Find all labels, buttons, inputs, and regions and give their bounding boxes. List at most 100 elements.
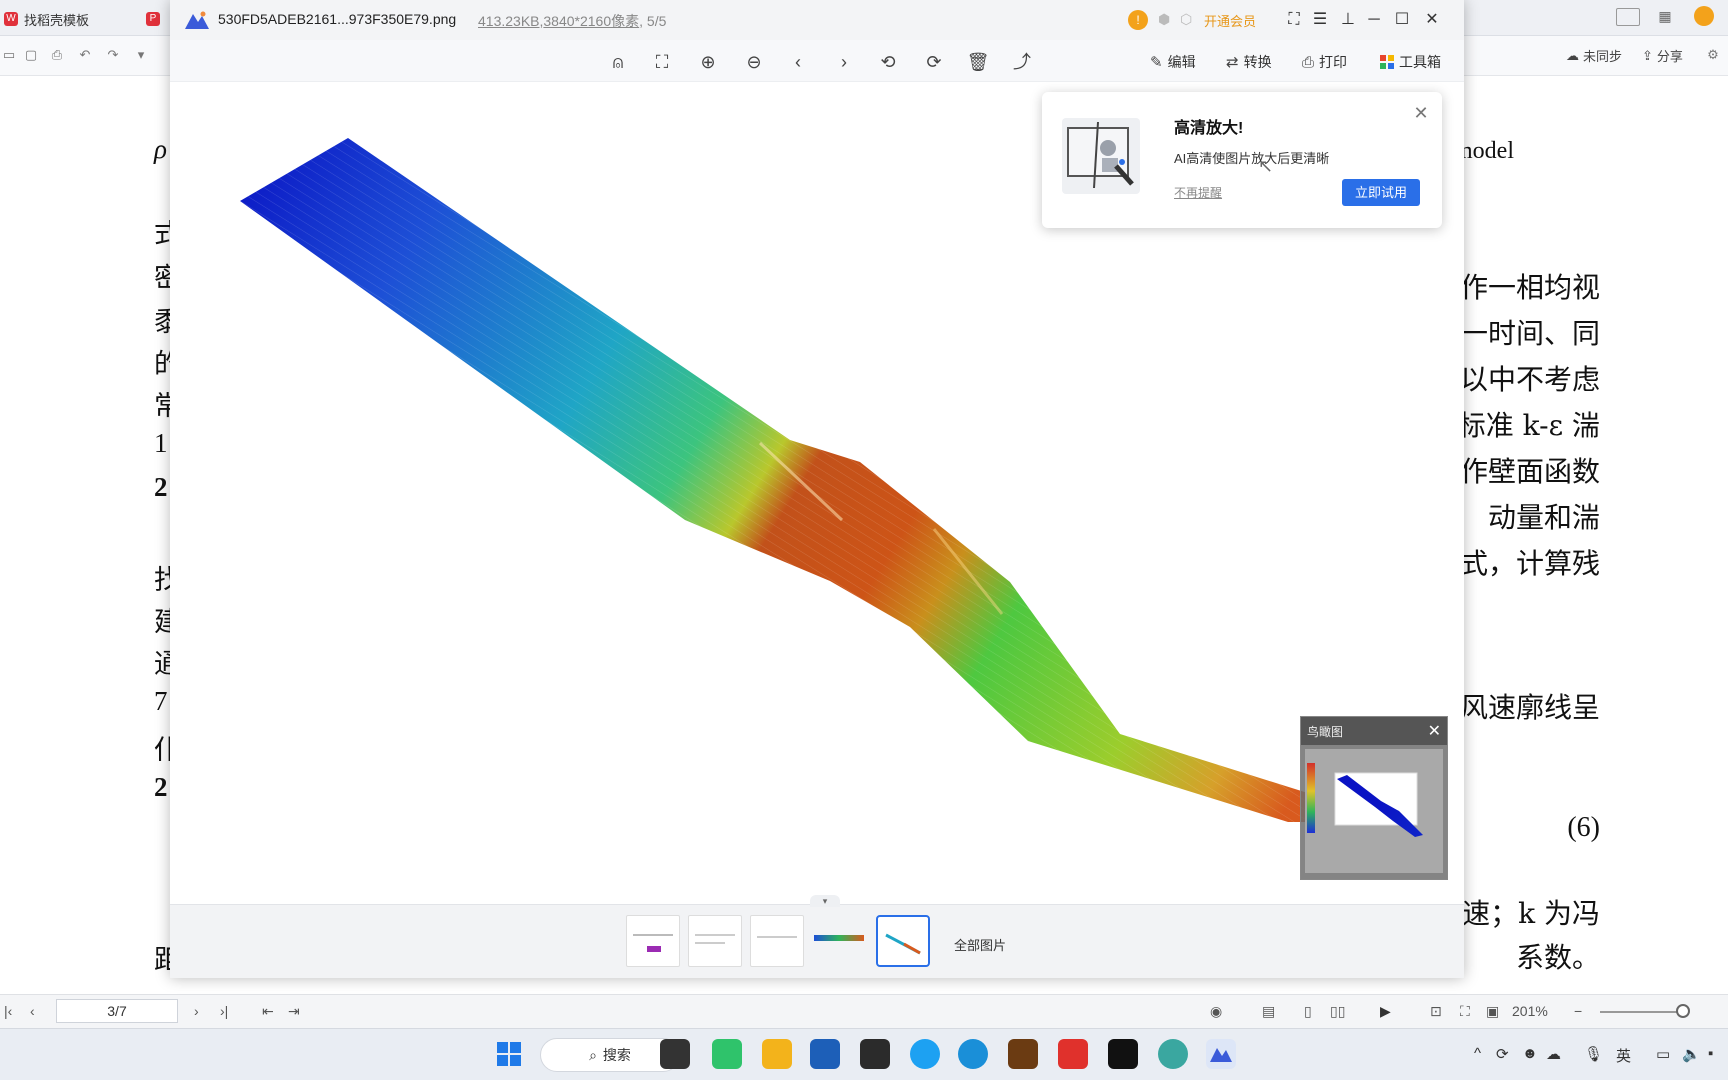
save-icon[interactable]: ▢ [22,46,40,64]
first-page-icon[interactable]: |‹ [4,1003,12,1019]
fit-page-icon[interactable]: ⛶ [1460,1003,1470,1020]
vip-badge-icon[interactable]: ! [1128,10,1148,30]
taskbar: ⌕ 搜索 ^ ⟳ ☻ ☁ 🎙 英 ▭ 🔈 ▪ [0,1028,1728,1080]
tray-qq-icon[interactable]: ☻ [1522,1045,1538,1062]
rotate-left-icon[interactable]: ⟲ [876,50,900,74]
thumbnail-1[interactable] [626,915,680,967]
thumbnail-5-active[interactable] [876,915,930,967]
prev-page-icon[interactable]: ‹ [30,1003,35,1019]
menu-icon[interactable]: ☰ [1308,8,1332,32]
fit-screen-icon[interactable]: ⛶ [650,50,674,74]
file-explorer-icon[interactable] [762,1039,792,1069]
more-icon[interactable]: ▾ [132,46,150,64]
page-number-input[interactable]: 3/7 [56,999,178,1023]
coin-icon[interactable]: ⬡ [1180,11,1192,28]
play-icon[interactable]: ▶ [1380,1003,1391,1020]
mouse-mode-icon[interactable]: ⍝ [606,50,630,74]
maximize-button[interactable]: ☐ [1390,8,1414,32]
popup-close-icon[interactable]: ✕ [1412,104,1430,122]
image-resolution[interactable]: 3840*2160像素 [543,13,639,29]
chat-app-icon[interactable] [712,1039,742,1069]
vip-upgrade-button[interactable]: 开通会员 [1204,11,1256,30]
edge-icon[interactable] [958,1039,988,1069]
pin-icon[interactable]: ⊥ [1336,8,1360,32]
tray-sync-icon[interactable]: ⟳ [1496,1045,1509,1063]
gift-icon[interactable]: ⬢ [1158,11,1170,28]
grid-icon[interactable]: ▦ [1656,8,1674,26]
file-size[interactable]: 413.23KB [478,13,540,29]
zoom-slider-handle[interactable] [1676,1004,1690,1018]
image-canvas[interactable]: 高清放大! AI高清使图片放大后更清晰 不再提醒 立即试用 ✕ ↖ 鸟瞰图 ✕ [170,82,1464,904]
app-f-icon[interactable] [1108,1039,1138,1069]
print-icon[interactable]: ⎙ [48,46,66,64]
tab-template[interactable]: W 找稻壳模板 [4,6,89,32]
user-avatar[interactable] [1694,6,1714,26]
toolbox-button[interactable]: 工具箱 [1380,52,1441,72]
zoom-level[interactable]: 201% [1512,1003,1548,1019]
thumbnail-2[interactable] [688,915,742,967]
dont-remind-link[interactable]: 不再提醒 [1174,184,1222,201]
task-view-icon[interactable] [660,1039,690,1069]
fullscreen-icon[interactable]: ⛶ [1282,8,1306,32]
app-icon[interactable] [860,1039,890,1069]
zoom-out-icon[interactable]: − [1574,1003,1582,1019]
wps-office-icon[interactable] [1058,1039,1088,1069]
zoom-out-icon[interactable]: ⊖ [742,50,766,74]
page-view-icon[interactable]: ▯ [1304,1003,1312,1020]
document-statusbar: |‹ ‹ 3/7 › ›| ⇤ ⇥ ◉ ▤ ▯ ▯▯ ▶ ⊡ ⛶ ▣ 201% … [0,994,1728,1028]
windows-start-icon[interactable] [494,1039,524,1069]
collapse-strip-icon[interactable]: ▾ [810,895,840,907]
close-button[interactable]: ✕ [1420,8,1444,32]
sync-button[interactable]: ☁ 未同步 [1566,46,1622,65]
settings-icon[interactable]: ⚙ [1704,46,1722,64]
zoom-slider[interactable] [1600,1011,1680,1013]
previous-image-icon[interactable]: ‹ [786,50,810,74]
convert-button[interactable]: ⇄ 转换 [1226,52,1272,72]
tray-mic-icon[interactable]: 🎙 [1584,1045,1603,1063]
last-page-icon[interactable]: ›| [220,1003,228,1019]
zoom-mode-icon[interactable]: ▣ [1486,1003,1499,1020]
thumbnail-4[interactable] [812,915,866,967]
volume-icon[interactable]: 🔈 [1682,1045,1701,1063]
forward-icon[interactable]: ⇥ [288,1003,300,1020]
delete-icon[interactable]: 🗑 [966,50,990,74]
tray-display-icon[interactable]: ▭ [1656,1045,1670,1063]
layout-icon[interactable] [1616,8,1640,26]
share-button[interactable]: ⇪ 分享 [1642,46,1683,65]
birdseye-navigator[interactable]: 鸟瞰图 ✕ [1300,716,1448,880]
single-page-icon[interactable]: ▤ [1262,1003,1275,1020]
fit-width-icon[interactable]: ⊡ [1430,1003,1442,1020]
birdseye-close-icon[interactable]: ✕ [1428,721,1441,741]
zoom-in-icon[interactable]: ⊕ [696,50,720,74]
tab-document[interactable]: P [146,6,160,32]
tray-chevron-icon[interactable]: ^ [1474,1045,1481,1062]
viewer-titlebar[interactable]: 530FD5ADEB2161...973F350E79.png 413.23KB… [170,0,1464,40]
taskbar-search[interactable]: ⌕ 搜索 [540,1038,680,1072]
next-image-icon[interactable]: › [832,50,856,74]
next-page-icon[interactable]: › [194,1003,199,1019]
tray-cloud-icon[interactable]: ☁ [1546,1045,1561,1063]
network-icon[interactable]: ▪ [1708,1045,1713,1062]
undo-icon[interactable]: ↶ [76,46,94,64]
all-images-link[interactable]: 全部图片 [954,935,1006,954]
two-page-icon[interactable]: ▯▯ [1330,1003,1345,1020]
thumbnail-3[interactable] [750,915,804,967]
rotate-right-icon[interactable]: ⟳ [922,50,946,74]
print-button[interactable]: ⎙ 打印 [1302,52,1347,72]
edit-button[interactable]: ✎ 编辑 [1150,52,1196,72]
redo-icon[interactable]: ↷ [104,46,122,64]
doc-right-line: 风速廓线呈 [1459,691,1600,724]
minimize-button[interactable]: ─ [1362,8,1386,32]
image-viewer-app-icon[interactable] [1206,1039,1236,1069]
share-icon[interactable]: ⤴ [1010,50,1034,74]
menu-icon[interactable]: ▭ [0,46,18,64]
try-now-button[interactable]: 立即试用 [1342,179,1420,206]
store-icon[interactable] [810,1039,840,1069]
globe-app-icon[interactable] [1158,1039,1188,1069]
back-icon[interactable]: ⇤ [262,1003,274,1020]
image-viewer-logo-icon [185,11,209,29]
browser-icon[interactable] [910,1039,940,1069]
wps-app-icon[interactable] [1008,1039,1038,1069]
eye-icon[interactable]: ◉ [1210,1003,1222,1020]
ime-indicator[interactable]: 英 [1616,1045,1631,1066]
